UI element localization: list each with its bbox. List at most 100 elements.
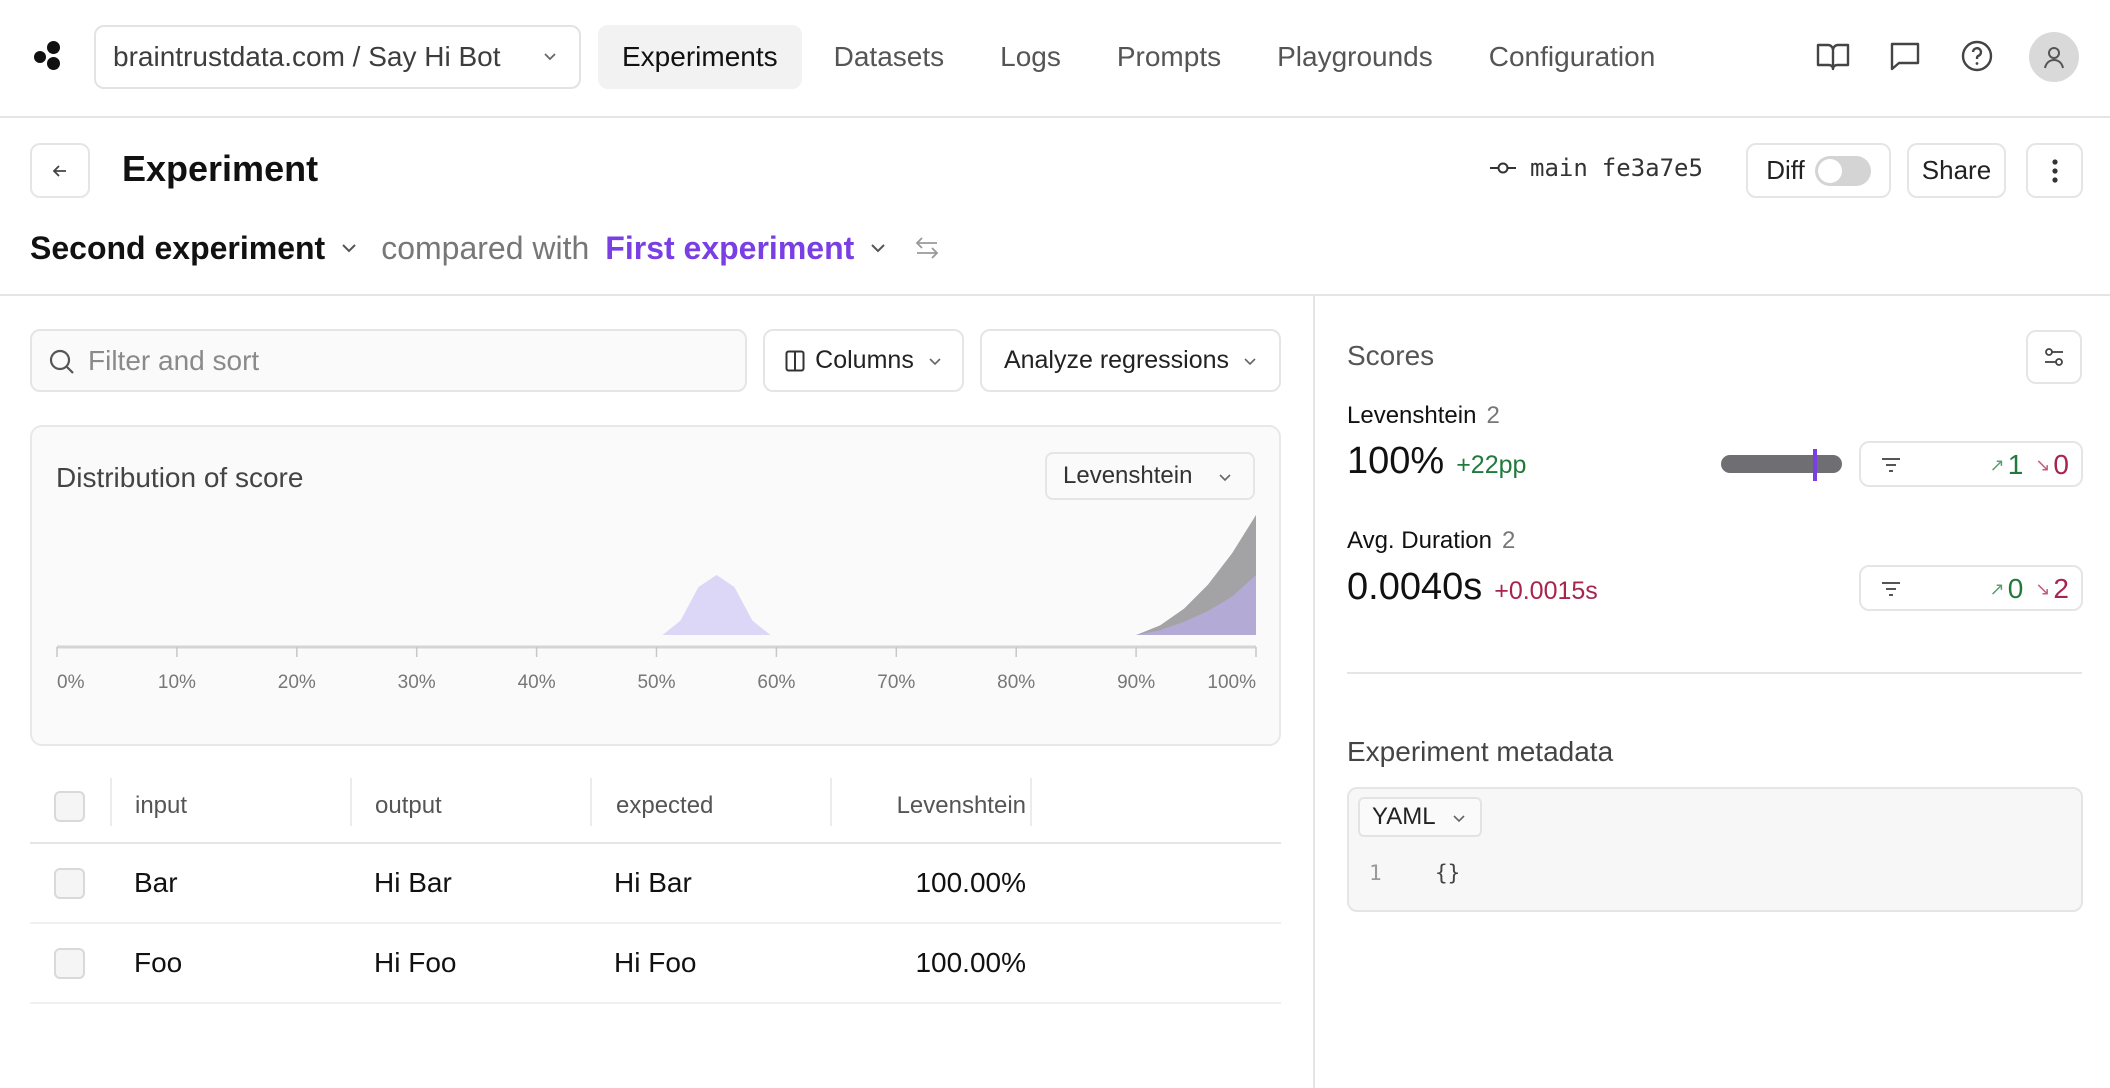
branch-name: main xyxy=(1530,154,1588,182)
arrow-up-right-icon: ↗ xyxy=(1989,578,2005,599)
columns-button[interactable]: Columns xyxy=(763,329,964,392)
score-value: 0.0040s xyxy=(1347,566,1483,608)
baseline-experiment-selector[interactable]: First experiment xyxy=(605,230,854,267)
more-vertical-icon xyxy=(2051,158,2058,183)
score-delta: +0.0015s xyxy=(1494,577,1598,605)
cell-expected: Hi Foo xyxy=(614,947,697,978)
filter-sort-input-wrapper[interactable] xyxy=(30,329,747,392)
score-label: Levenshtein xyxy=(1347,402,1477,429)
baseline-marker xyxy=(1813,449,1818,481)
more-options-button[interactable] xyxy=(2026,143,2083,198)
row-select-cell xyxy=(54,844,85,922)
score-value: 100% xyxy=(1347,440,1445,482)
tab-datasets[interactable]: Datasets xyxy=(810,25,969,89)
column-header-expected[interactable]: expected xyxy=(616,770,713,842)
chevron-down-icon[interactable] xyxy=(868,238,888,258)
table-row[interactable]: Bar Hi Bar Hi Bar 100.00% xyxy=(30,844,1281,924)
tab-playgrounds[interactable]: Playgrounds xyxy=(1253,25,1457,89)
line-number: 1 xyxy=(1369,861,1382,885)
x-tick-label: 90% xyxy=(1117,672,1155,693)
row-checkbox[interactable] xyxy=(54,867,85,899)
column-resize-handle[interactable] xyxy=(110,778,112,826)
git-commit-icon xyxy=(1490,162,1516,174)
page-title: Experiment xyxy=(122,148,319,189)
x-tick-label: 30% xyxy=(398,672,436,693)
filter-icon xyxy=(1882,458,1900,472)
column-resize-handle[interactable] xyxy=(1030,778,1032,826)
regressions-count[interactable]: 0 xyxy=(2053,449,2069,481)
duration-regression-filter[interactable]: ↗ 0 ↘ 2 xyxy=(1859,565,2083,611)
code-line: 1 {} xyxy=(1369,861,1460,885)
distribution-area-first-experiment xyxy=(662,575,771,635)
select-all-checkbox[interactable] xyxy=(54,790,85,822)
share-button[interactable]: Share xyxy=(1907,143,2006,198)
experiment-selector[interactable]: Second experiment xyxy=(30,230,325,267)
back-button[interactable] xyxy=(30,143,90,198)
header-divider xyxy=(0,294,2110,296)
filter-icon xyxy=(1882,582,1900,596)
swap-arrows-icon[interactable] xyxy=(914,235,940,261)
column-resize-handle[interactable] xyxy=(590,778,592,826)
column-header-output[interactable]: output xyxy=(375,770,442,842)
tab-configuration[interactable]: Configuration xyxy=(1465,25,1680,89)
column-resize-handle[interactable] xyxy=(350,778,352,826)
cell-score: 100.00% xyxy=(915,947,1026,978)
analyze-regressions-button[interactable]: Analyze regressions xyxy=(980,329,1281,392)
braintrust-logo-icon[interactable] xyxy=(32,40,66,72)
panel-divider xyxy=(1313,296,1315,1088)
arrow-down-right-icon: ↘ xyxy=(2035,578,2051,599)
cell-input: Foo xyxy=(134,947,183,978)
column-header-levenshtein[interactable]: Levenshtein xyxy=(850,770,1026,842)
score-name-levenshtein: Levenshtein 2 xyxy=(1347,402,1500,430)
code-text[interactable]: {} xyxy=(1435,861,1460,885)
regressions-count[interactable]: 2 xyxy=(2053,573,2069,605)
column-header-input[interactable]: input xyxy=(135,770,187,842)
score-count: 2 xyxy=(1486,402,1500,429)
tab-experiments[interactable]: Experiments xyxy=(598,25,802,89)
diff-label: Diff xyxy=(1766,155,1805,185)
feedback-chat-icon[interactable] xyxy=(1887,38,1923,74)
user-avatar[interactable] xyxy=(2029,32,2079,82)
x-tick-label: 50% xyxy=(637,672,675,693)
score-value-levenshtein: 100% +22pp xyxy=(1347,440,1526,483)
improvements-count[interactable]: 1 xyxy=(2008,449,2024,481)
cell-input: Bar xyxy=(134,867,178,898)
format-select[interactable]: YAML xyxy=(1358,797,1482,837)
sliders-icon xyxy=(2045,348,2063,366)
chevron-down-icon[interactable] xyxy=(339,238,359,258)
column-resize-handle[interactable] xyxy=(830,778,832,826)
x-tick-label: 20% xyxy=(278,672,316,693)
row-checkbox[interactable] xyxy=(54,947,85,979)
help-icon[interactable] xyxy=(1959,38,1995,74)
score-value-duration: 0.0040s +0.0015s xyxy=(1347,566,1598,609)
filter-sort-input[interactable] xyxy=(88,344,745,377)
diff-toggle-switch[interactable] xyxy=(1814,155,1871,186)
results-table: input output expected Levenshtein Bar Hi… xyxy=(30,770,1281,1004)
score-delta: +22pp xyxy=(1456,451,1527,479)
cell-expected: Hi Bar xyxy=(614,867,692,898)
arrow-down-right-icon: ↘ xyxy=(2035,454,2051,475)
x-tick-label: 60% xyxy=(757,672,795,693)
docs-book-icon[interactable] xyxy=(1815,38,1851,74)
tab-prompts[interactable]: Prompts xyxy=(1093,25,1245,89)
table-header: input output expected Levenshtein xyxy=(30,770,1281,844)
improvements-count[interactable]: 0 xyxy=(2008,573,2024,605)
score-progress-bar xyxy=(1721,455,1842,473)
score-settings-button[interactable] xyxy=(2026,330,2082,384)
x-tick-label: 40% xyxy=(518,672,556,693)
tab-logs[interactable]: Logs xyxy=(976,25,1085,89)
levenshtein-regression-filter[interactable]: ↗ 1 ↘ 0 xyxy=(1859,441,2083,487)
cell-score: 100.00% xyxy=(915,867,1026,898)
x-tick-label: 80% xyxy=(997,672,1035,693)
chevron-down-icon xyxy=(1244,357,1256,365)
compared-with-label: compared with xyxy=(381,229,590,266)
regression-counts: ↗ 0 ↘ 2 xyxy=(1990,573,2069,605)
comparison-bar: Second experiment compared with First ex… xyxy=(30,226,940,270)
diff-toggle-button[interactable]: Diff xyxy=(1746,143,1891,198)
git-ref: main fe3a7e5 xyxy=(1490,154,1703,182)
project-selector[interactable]: braintrustdata.com / Say Hi Bot xyxy=(94,25,581,89)
section-divider xyxy=(1347,672,2082,674)
main-tabs: Experiments Datasets Logs Prompts Playgr… xyxy=(598,25,1687,89)
table-row[interactable]: Foo Hi Foo Hi Foo 100.00% xyxy=(30,924,1281,1004)
search-icon xyxy=(49,349,74,374)
